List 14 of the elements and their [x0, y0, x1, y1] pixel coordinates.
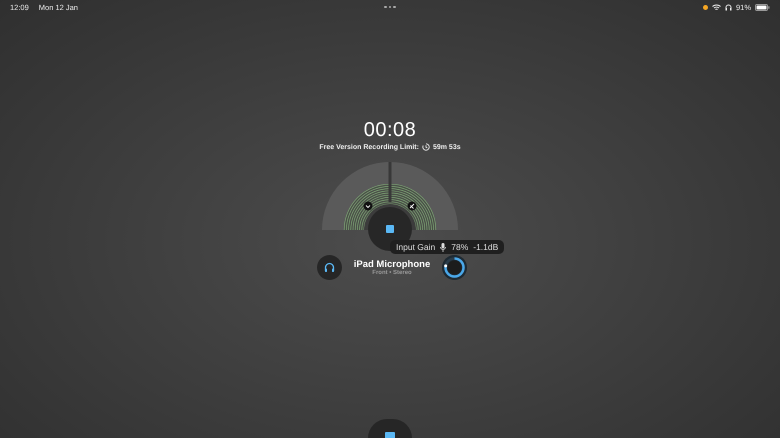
input-gain-tooltip: Input Gain 78% -1.1dB [390, 240, 504, 254]
stop-button[interactable] [368, 419, 412, 438]
wifi-icon [712, 4, 721, 10]
timer-icon [422, 143, 430, 151]
multitasking-dots-icon[interactable] [384, 6, 396, 8]
headphones-button[interactable] [317, 255, 342, 280]
input-gain-knob[interactable] [442, 255, 467, 280]
microphone-icon [440, 242, 446, 252]
privacy-indicator-icon [702, 4, 708, 10]
battery-icon [755, 4, 770, 10]
headphones-icon [324, 262, 335, 273]
recording-timer: 00:08 [364, 118, 416, 142]
device-name: iPad Microphone [354, 259, 430, 270]
headphones-icon [724, 4, 732, 10]
